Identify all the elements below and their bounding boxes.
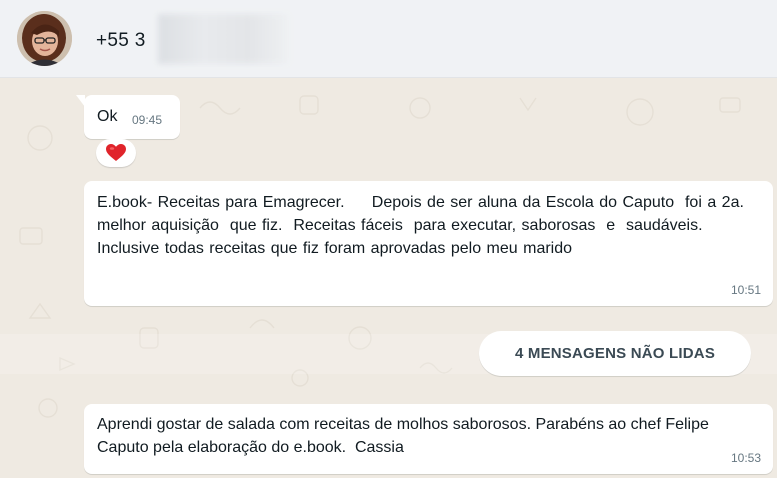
message-time: 10:53 (730, 451, 761, 465)
heart-icon (106, 144, 126, 161)
profile-photo-icon (17, 11, 72, 66)
message-time: 10:51 (730, 283, 761, 297)
redacted-phone-blur (158, 14, 288, 64)
avatar[interactable] (17, 11, 72, 66)
message-time: 09:45 (132, 113, 163, 127)
bubble-tail (76, 95, 85, 107)
unread-messages-divider: 4 MENSAGENS NÃO LIDAS (479, 331, 751, 376)
message-bubble[interactable]: Aprendi gostar de salada com receitas de… (84, 404, 773, 474)
message-list[interactable]: Ok 09:45 E.book- Receitas para Emagrecer… (0, 78, 777, 478)
message-text: Ok (97, 108, 118, 125)
message-bubble[interactable]: E.book- Receitas para Emagrecer. Depois … (84, 181, 773, 306)
reaction-badge[interactable] (96, 139, 136, 167)
message-text: E.book- Receitas para Emagrecer. Depois … (97, 194, 750, 257)
message-text: Aprendi gostar de salada com receitas de… (97, 416, 718, 456)
message-bubble[interactable]: Ok 09:45 (76, 95, 180, 139)
chat-header: +55 3 (0, 0, 777, 78)
contact-name[interactable]: +55 3 (96, 30, 146, 52)
